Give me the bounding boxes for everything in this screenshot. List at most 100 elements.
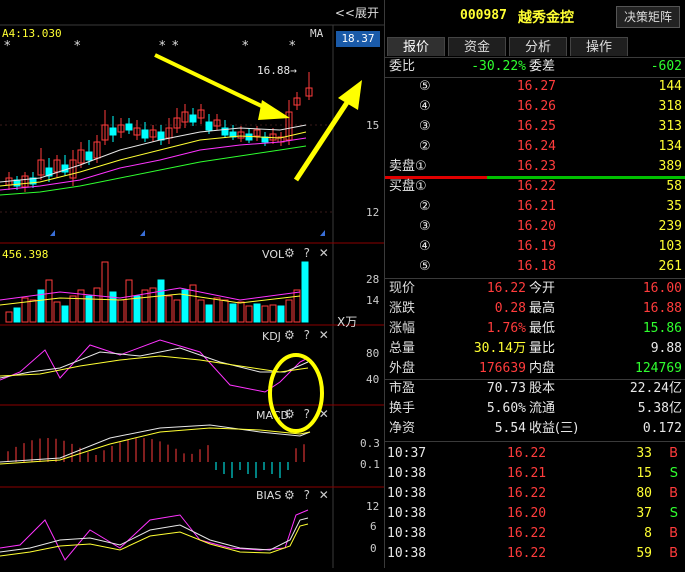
stat-label: 股本 bbox=[529, 381, 556, 396]
tick-price: 16.20 bbox=[507, 506, 547, 521]
tab-analysis[interactable]: 分析 bbox=[509, 37, 567, 56]
stat-value: 70.73 bbox=[486, 381, 526, 396]
stat-label: 总量 bbox=[389, 341, 416, 356]
close-icon[interactable]: ✕ bbox=[319, 488, 329, 502]
level-label: ③ bbox=[419, 119, 431, 134]
price-cell: 16.19 bbox=[516, 239, 556, 254]
ma-line bbox=[0, 137, 307, 191]
buy-row[interactable]: ⑤ 16.18 261 bbox=[385, 257, 685, 277]
tick-row: 10:38 16.22 80 B bbox=[385, 484, 685, 504]
tick-row: 10:38 16.20 37 S bbox=[385, 504, 685, 524]
volume-cell: 313 bbox=[658, 119, 682, 134]
stat-label: 外盘 bbox=[389, 361, 416, 376]
close-icon[interactable]: ✕ bbox=[319, 246, 329, 260]
level-label: 卖盘① bbox=[389, 159, 427, 174]
stat-label: 内盘 bbox=[529, 361, 556, 376]
volume-bar bbox=[53, 301, 61, 323]
volume-bar bbox=[109, 291, 117, 323]
volume-bar bbox=[269, 304, 277, 323]
decision-matrix-button[interactable]: 决策矩阵 bbox=[616, 6, 680, 28]
gear-icon[interactable]: ⚙ bbox=[284, 328, 295, 342]
sell-row[interactable]: ③ 16.25 313 bbox=[385, 117, 685, 137]
kdj-line bbox=[0, 339, 309, 393]
volume-cell: 239 bbox=[658, 219, 682, 234]
stat-value: 5.38亿 bbox=[637, 401, 682, 416]
chart-area[interactable]: <<展开 A4:13.030 MA 18.37 16.88→ 15 12 456… bbox=[0, 0, 384, 568]
volume-bar bbox=[213, 297, 221, 323]
volume-bar bbox=[173, 299, 181, 323]
volume-cell: 134 bbox=[658, 139, 682, 154]
help-icon[interactable]: ? bbox=[304, 407, 310, 421]
buy-row[interactable]: ③ 16.20 239 bbox=[385, 217, 685, 237]
buy-row[interactable]: ② 16.21 35 bbox=[385, 197, 685, 217]
tick-side: B bbox=[669, 546, 678, 561]
volume-bar bbox=[29, 299, 37, 323]
price-cell: 16.20 bbox=[516, 219, 556, 234]
bias-axis-label: 12 bbox=[366, 500, 380, 513]
tick-time: 10:38 bbox=[387, 546, 427, 561]
weibi-label: 委比 bbox=[389, 59, 416, 74]
stat-value: 0.28 bbox=[494, 301, 526, 316]
volume-cell: 389 bbox=[658, 159, 682, 174]
tick-price: 16.22 bbox=[507, 526, 547, 541]
sell-row[interactable]: ⑤ 16.27 144 bbox=[385, 77, 685, 97]
buy-row[interactable]: ④ 16.19 103 bbox=[385, 237, 685, 257]
stat-value: 5.54 bbox=[494, 421, 526, 436]
weibi-value: -30.22% bbox=[471, 59, 526, 74]
stat-label: 量比 bbox=[529, 341, 556, 356]
stat-value: 0.172 bbox=[642, 421, 682, 436]
close-icon[interactable]: ✕ bbox=[319, 407, 329, 421]
tick-side: B bbox=[669, 446, 678, 461]
tick-volume: 15 bbox=[636, 466, 652, 481]
kdj-axis-label: 40 bbox=[366, 373, 380, 386]
volume-bar bbox=[165, 295, 173, 323]
weibi-row: 委比 -30.22% 委差 -602 bbox=[385, 57, 685, 77]
volume-bar bbox=[13, 307, 21, 323]
stat-label: 涨幅 bbox=[389, 321, 416, 336]
help-icon[interactable]: ? bbox=[304, 246, 310, 260]
candle-body bbox=[205, 121, 213, 131]
sell-row[interactable]: ② 16.24 134 bbox=[385, 137, 685, 157]
stat-value: 16.22 bbox=[486, 281, 526, 296]
buy-row[interactable]: 买盘① 16.22 58 bbox=[385, 177, 685, 197]
tab-operation[interactable]: 操作 bbox=[570, 37, 628, 56]
kline-chart[interactable] bbox=[0, 0, 384, 568]
tab-quote[interactable]: 报价 bbox=[387, 37, 445, 56]
volume-bar bbox=[45, 279, 53, 323]
close-icon[interactable]: ✕ bbox=[319, 328, 329, 342]
volume-bar bbox=[101, 261, 109, 323]
tick-volume: 80 bbox=[636, 486, 652, 501]
collapse-button[interactable]: <<展开 bbox=[335, 4, 379, 21]
price-axis-label: 15 bbox=[366, 119, 380, 132]
stat-row: 换手 5.60% 流通 5.38亿 bbox=[385, 399, 685, 419]
price-cell: 16.22 bbox=[516, 179, 556, 194]
help-icon[interactable]: ? bbox=[304, 328, 310, 342]
volume-bar bbox=[117, 299, 125, 323]
level-label: ⑤ bbox=[419, 259, 431, 274]
gear-icon[interactable]: ⚙ bbox=[284, 246, 295, 260]
gear-icon[interactable]: ⚙ bbox=[284, 488, 295, 502]
candle-body bbox=[109, 127, 117, 136]
weicha-label: 委差 bbox=[529, 59, 556, 74]
tick-time: 10:38 bbox=[387, 486, 427, 501]
bias-axis-label: 0 bbox=[370, 542, 377, 555]
kdj-axis-label: 80 bbox=[366, 347, 380, 360]
weicha-value: -602 bbox=[650, 59, 682, 74]
help-icon[interactable]: ? bbox=[304, 488, 310, 502]
sell-row[interactable]: 卖盘① 16.23 389 bbox=[385, 157, 685, 177]
volume-bar bbox=[197, 299, 205, 323]
sell-row[interactable]: ④ 16.26 318 bbox=[385, 97, 685, 117]
volume-bar bbox=[237, 301, 245, 323]
tick-volume: 37 bbox=[636, 506, 652, 521]
volume-cell: 103 bbox=[658, 239, 682, 254]
stat-value: 176639 bbox=[479, 361, 526, 376]
tick-side: B bbox=[669, 526, 678, 541]
quote-tabs: 报价 资金 分析 操作 bbox=[387, 37, 631, 57]
volume-bar bbox=[85, 295, 93, 323]
stat-row: 净资 5.54 收益(三) 0.172 bbox=[385, 419, 685, 439]
gear-icon[interactable]: ⚙ bbox=[284, 407, 295, 421]
volume-bar bbox=[245, 305, 253, 323]
stat-label: 净资 bbox=[389, 421, 416, 436]
tab-funds[interactable]: 资金 bbox=[448, 37, 506, 56]
candle-body bbox=[85, 151, 93, 161]
